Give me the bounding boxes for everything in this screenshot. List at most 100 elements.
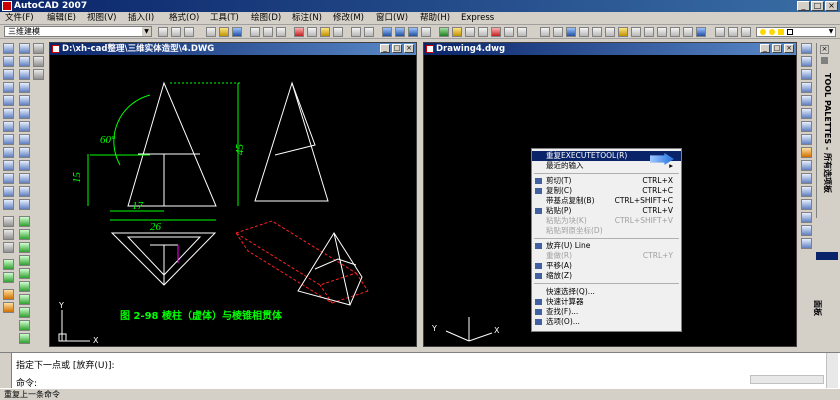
torus-icon[interactable]: [3, 108, 14, 119]
command-scrollbar[interactable]: [826, 353, 838, 389]
tool-icon[interactable]: [728, 27, 738, 37]
erase-icon[interactable]: [19, 216, 30, 227]
menu-dimension[interactable]: 标注(N): [292, 13, 322, 24]
polygon-icon[interactable]: [19, 82, 30, 93]
tool-icon[interactable]: [592, 27, 602, 37]
minimize-button[interactable]: _: [380, 44, 390, 53]
tool-icon[interactable]: [696, 27, 706, 37]
close-icon[interactable]: ×: [820, 45, 829, 54]
palette-tab-strip[interactable]: [816, 252, 838, 260]
tool-icon[interactable]: [605, 27, 615, 37]
cone-icon[interactable]: [3, 82, 14, 93]
move-icon[interactable]: [19, 281, 30, 292]
horizontal-scrollbar[interactable]: [750, 375, 824, 384]
tool-icon[interactable]: [644, 27, 654, 37]
command-grip[interactable]: [0, 353, 12, 389]
point-icon[interactable]: [19, 186, 30, 197]
tool-icon[interactable]: [566, 27, 576, 37]
tool-icon[interactable]: [801, 147, 812, 158]
menu-item-paste[interactable]: 粘贴(P) CTRL+V: [532, 206, 681, 216]
sweep-icon[interactable]: [3, 173, 14, 184]
tool-icon[interactable]: [184, 27, 194, 37]
close-button[interactable]: ×: [825, 1, 838, 11]
tool-icon[interactable]: [801, 173, 812, 184]
preview-icon[interactable]: [263, 27, 273, 37]
mirror-icon[interactable]: [19, 242, 30, 253]
menu-format[interactable]: 格式(O): [169, 13, 199, 24]
tool-icon[interactable]: [801, 160, 812, 171]
menu-express[interactable]: Express: [461, 13, 494, 24]
tool-palettes-icon[interactable]: [465, 27, 475, 37]
array-icon[interactable]: [19, 268, 30, 279]
menu-edit[interactable]: 编辑(E): [47, 13, 76, 24]
undo-icon[interactable]: [351, 27, 361, 37]
paste-icon[interactable]: [320, 27, 330, 37]
copy-object-icon[interactable]: [19, 229, 30, 240]
layer-dropdown[interactable]: ▼: [756, 27, 836, 37]
pyramid-icon[interactable]: [3, 121, 14, 132]
zoom-window-icon[interactable]: [408, 27, 418, 37]
cylinder-icon[interactable]: [3, 69, 14, 80]
cut-icon[interactable]: [294, 27, 304, 37]
tool-icon[interactable]: [801, 43, 812, 54]
tool-icon[interactable]: [553, 27, 563, 37]
ellipse-icon[interactable]: [19, 147, 30, 158]
offset-icon[interactable]: [19, 255, 30, 266]
copy-icon[interactable]: [307, 27, 317, 37]
union-icon[interactable]: [3, 216, 14, 227]
tool-icon[interactable]: [618, 27, 628, 37]
menu-item-zoom[interactable]: 缩放(Z): [532, 271, 681, 281]
dimension-icon[interactable]: [33, 69, 44, 80]
menu-item-paste-original[interactable]: 粘贴到原坐标(D): [532, 226, 681, 236]
new-file-icon[interactable]: [206, 27, 216, 37]
drawing-window-1[interactable]: D:\xh-cad整理\三维实体造型\4.DWG _ □ × 60° 45 15…: [49, 42, 417, 347]
menu-window[interactable]: 窗口(W): [376, 13, 408, 24]
design-center-icon[interactable]: [452, 27, 462, 37]
menu-item-quick-select[interactable]: 快速选择(Q)...: [532, 287, 681, 297]
menu-item-paste-block[interactable]: 粘贴为块(K) CTRL+SHIFT+V: [532, 216, 681, 226]
open-folder-icon[interactable]: [219, 27, 229, 37]
polyline-icon[interactable]: [19, 69, 30, 80]
3d-move-icon[interactable]: [3, 259, 14, 270]
menu-modify[interactable]: 修改(M): [333, 13, 364, 24]
subtract-icon[interactable]: [3, 229, 14, 240]
drawing-1-canvas[interactable]: 60° 45 15 17 26 图 2-98 棱柱（虚体）与棱锥相贯体 Y X: [50, 55, 416, 346]
redo-icon[interactable]: [364, 27, 374, 37]
rotate-icon[interactable]: [19, 294, 30, 305]
properties-icon[interactable]: [439, 27, 449, 37]
tool-icon[interactable]: [631, 27, 641, 37]
helix-icon[interactable]: [3, 199, 14, 210]
help-icon[interactable]: [517, 27, 527, 37]
tool-icon[interactable]: [683, 27, 693, 37]
menu-item-recent-input[interactable]: 最近的输入 ▸: [532, 161, 681, 171]
minimize-button[interactable]: _: [797, 1, 810, 11]
box-icon[interactable]: [3, 43, 14, 54]
maximize-button[interactable]: □: [811, 1, 824, 11]
autocad-icon[interactable]: [2, 1, 12, 11]
tool-icon[interactable]: [801, 186, 812, 197]
tool-icon[interactable]: [741, 27, 751, 37]
tool-icon[interactable]: [801, 56, 812, 67]
match-properties-icon[interactable]: [333, 27, 343, 37]
workspace-select[interactable]: 三维建模 ▼: [4, 26, 152, 37]
settings-icon[interactable]: [821, 57, 828, 64]
dimension-icon[interactable]: [33, 56, 44, 67]
arc-icon[interactable]: [19, 108, 30, 119]
extrude-icon[interactable]: [3, 147, 14, 158]
tool-icon[interactable]: [801, 121, 812, 132]
sphere-icon[interactable]: [3, 56, 14, 67]
menu-item-redo[interactable]: 重做(R) CTRL+Y: [532, 251, 681, 261]
drawing-1-titlebar[interactable]: D:\xh-cad整理\三维实体造型\4.DWG _ □ ×: [50, 43, 416, 55]
chevron-down-icon[interactable]: ▼: [142, 27, 151, 36]
loft-icon[interactable]: [3, 186, 14, 197]
menu-item-cut[interactable]: 剪切(T) CTRL+X: [532, 176, 681, 186]
print-icon[interactable]: [250, 27, 260, 37]
make-block-icon[interactable]: [19, 173, 30, 184]
line-icon[interactable]: [19, 43, 30, 54]
revolve-icon[interactable]: [3, 160, 14, 171]
close-button[interactable]: ×: [404, 44, 414, 53]
tool-icon[interactable]: [801, 199, 812, 210]
sheet-set-icon[interactable]: [478, 27, 488, 37]
hatch-icon[interactable]: [19, 199, 30, 210]
tool-icon[interactable]: [158, 27, 168, 37]
